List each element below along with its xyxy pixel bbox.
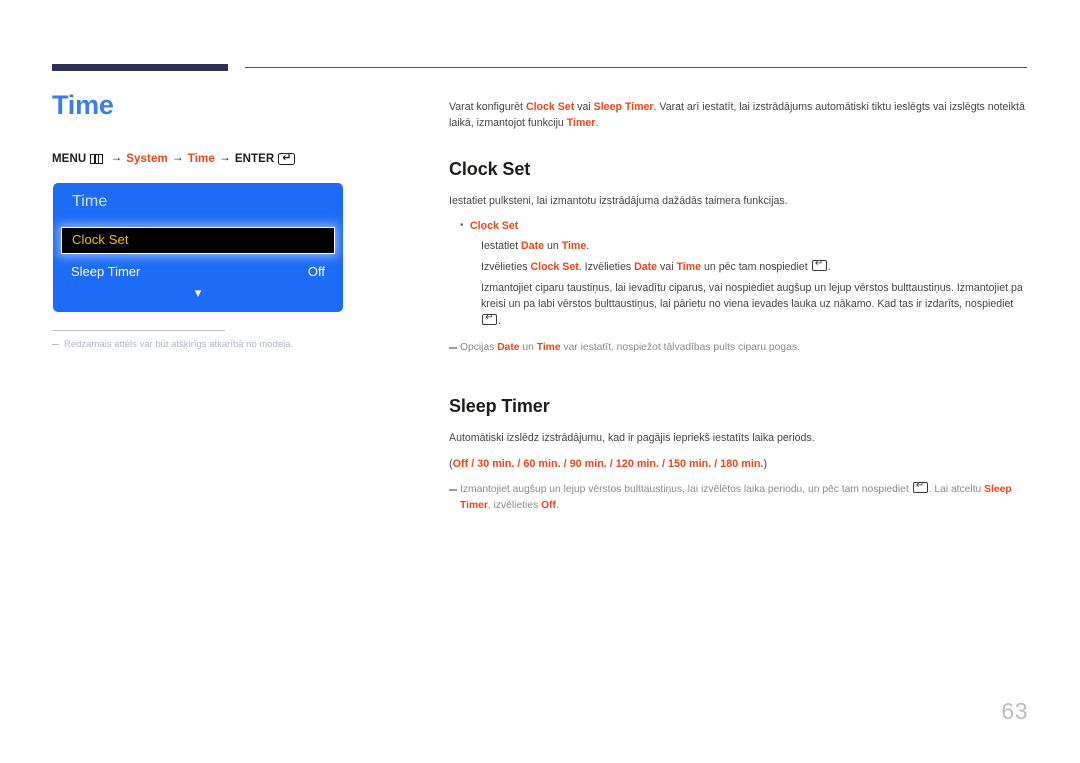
cs-note-b: un <box>519 342 537 354</box>
enter-key-icon-inline-3: ↵ <box>912 480 928 494</box>
intro-bold-timer: Timer <box>566 117 596 130</box>
st-note-c: , izvēlieties <box>487 500 542 512</box>
section-heading-clock-set: Clock Set <box>449 158 531 179</box>
osd-row-clock-set[interactable]: Clock Set <box>61 227 335 254</box>
cs-s1-a: Iestatiet <box>481 239 522 252</box>
cs-s2-d: un pēc tam nospiediet <box>701 260 811 273</box>
cs-note-c: var iestatīt, nospiežot tālvadības pults… <box>560 342 800 354</box>
intro-part1: Varat konfigurēt <box>449 101 526 113</box>
menu-path-step-system[interactable]: System <box>126 153 168 165</box>
cs-s2-e: . <box>827 260 831 273</box>
cs-s1-c: . <box>586 239 590 252</box>
cs-s3-b: . <box>498 315 501 328</box>
cs-note-a: Opcijas <box>460 342 498 354</box>
cs-s2-time: Time <box>676 260 702 273</box>
bullet-dot-icon: • <box>460 220 464 232</box>
enter-key-icon: ↵ <box>278 151 296 165</box>
st-close: ) <box>763 457 768 470</box>
footnote-dash-icon <box>52 344 59 346</box>
cs-s2-c: vai <box>657 260 677 273</box>
arrow-icon-2: → <box>171 150 184 164</box>
chevron-down-icon[interactable]: ▾ <box>53 287 343 300</box>
sleep-timer-note-text: Izmantojiet augšup un lejup vērstos bult… <box>460 480 1029 514</box>
section-heading-sleep-timer: Sleep Timer <box>449 396 550 417</box>
intro-paragraph: Varat konfigurēt Clock Set vai Sleep Tim… <box>449 99 1029 132</box>
enter-key-icon-inline-2: ↵ <box>482 312 497 326</box>
sleep-timer-options: (Off / 30 min. / 60 min. / 90 min. / 120… <box>449 456 1029 473</box>
arrow-icon-1: → <box>110 150 123 164</box>
st-note-d: . <box>555 500 559 512</box>
cs-s1-date: Date <box>521 239 545 252</box>
osd-row-sleep-timer-value: Off <box>307 263 325 279</box>
clock-set-sub-line-3: Izmantojiet ciparu taustiņus, lai ievadī… <box>481 280 1029 331</box>
cs-s2-a: Izvēlieties <box>481 260 531 273</box>
left-column: Time <box>52 92 412 119</box>
menu-path-breadcrumb: MENU → System → Time → ENTER ↵ <box>52 150 296 166</box>
clock-set-intro: Iestatiet pulksteni, lai izmantotu izstr… <box>449 194 788 207</box>
header-rule-thin <box>245 67 1027 69</box>
left-footnote-text: Redzamais attēls var būt atšķirīgs atkar… <box>64 339 294 350</box>
st-note-b: . Lai atceltu <box>928 484 985 496</box>
clock-set-note-text: Opcijas Date un Time var iestatīt, nospi… <box>460 340 800 356</box>
clock-set-bullet-label: Clock Set <box>470 220 519 233</box>
cs-s1-time: Time <box>561 239 587 252</box>
cs-note-time: Time <box>536 342 561 354</box>
intro-part2: vai <box>574 101 594 113</box>
menu-path-step-time[interactable]: Time <box>188 153 215 165</box>
menu-path-menu-label: MENU <box>52 153 87 165</box>
menu-bars-icon <box>90 154 104 164</box>
cs-s2-b: . Izvēlieties <box>578 260 635 273</box>
page-title: Time <box>52 90 114 120</box>
cs-s1-b: un <box>544 239 562 252</box>
cs-s2-date: Date <box>634 260 658 273</box>
sleep-timer-intro: Automātiski izslēdz izstrādājumu, kad ir… <box>449 432 815 445</box>
osd-row-sleep-timer-label: Sleep Timer <box>71 263 141 279</box>
sleep-timer-note: Izmantojiet augšup un lejup vērstos bult… <box>449 480 1029 514</box>
st-note-a: Izmantojiet augšup un lejup vērstos bult… <box>460 484 912 496</box>
clock-set-sub-line-1: Iestatiet Date un Time. <box>481 238 1029 255</box>
clock-set-sub-line-2: Izvēlieties Clock Set. Izvēlieties Date … <box>481 258 1029 276</box>
header-rule-thick <box>52 64 228 71</box>
right-column: Varat konfigurēt Clock Set vai Sleep Tim… <box>449 99 1029 514</box>
clock-set-note: Opcijas Date un Time var iestatīt, nospi… <box>449 340 1029 356</box>
enter-key-icon-inline-1: ↵ <box>811 258 827 271</box>
osd-title: Time <box>72 193 108 210</box>
left-footnote: Redzamais attēls var būt atšķirīgs atkar… <box>52 338 372 351</box>
page-number: 63 <box>1001 698 1028 724</box>
intro-part4: . <box>595 117 599 130</box>
osd-row-clock-set-label: Clock Set <box>72 232 129 247</box>
menu-path-enter-label: ENTER <box>234 153 275 165</box>
note-dash-icon-1 <box>449 347 460 356</box>
left-footnote-rule <box>52 330 225 332</box>
st-options-list: Off / 30 min. / 60 min. / 90 min. / 120 … <box>452 457 764 470</box>
clock-set-bullet: • Clock Set <box>449 218 1029 234</box>
intro-bold-clock-set: Clock Set <box>525 101 575 113</box>
osd-row-sleep-timer[interactable]: Sleep Timer Off <box>71 262 325 280</box>
note-dash-icon-2 <box>449 489 460 514</box>
arrow-icon-3: → <box>218 150 231 164</box>
cs-note-date: Date <box>497 342 520 354</box>
cs-s3-a: Izmantojiet ciparu taustiņus, lai ievadī… <box>481 281 1023 311</box>
intro-bold-sleep-timer: Sleep Timer <box>593 101 654 113</box>
st-note-off: Off <box>541 500 556 512</box>
cs-s2-clock-set: Clock Set <box>530 260 579 273</box>
osd-panel: Time Clock Set Sleep Timer Off ▾ <box>53 183 343 312</box>
